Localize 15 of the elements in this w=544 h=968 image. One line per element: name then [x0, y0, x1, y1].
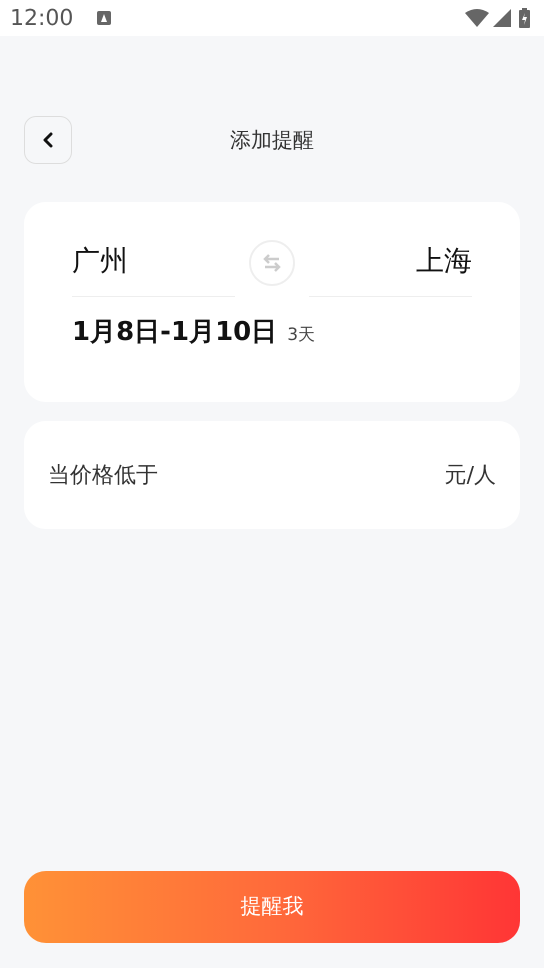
back-button[interactable] — [24, 116, 72, 164]
swap-icon — [261, 252, 283, 274]
notification-icon — [97, 11, 112, 25]
arrival-city[interactable]: 上海 — [309, 240, 472, 297]
date-range[interactable]: 1月8日-1月10日 — [72, 313, 278, 352]
departure-city[interactable]: 广州 — [72, 240, 235, 297]
trip-duration: 3天 — [287, 324, 316, 347]
back-icon — [41, 132, 55, 148]
wifi-icon — [465, 9, 489, 27]
status-time: 12:00 — [10, 4, 74, 32]
battery-icon — [519, 8, 530, 28]
price-unit: 元/人 — [444, 462, 496, 490]
price-label: 当价格低于 — [48, 462, 158, 490]
page-title: 添加提醒 — [230, 128, 314, 152]
signal-icon — [493, 9, 511, 27]
